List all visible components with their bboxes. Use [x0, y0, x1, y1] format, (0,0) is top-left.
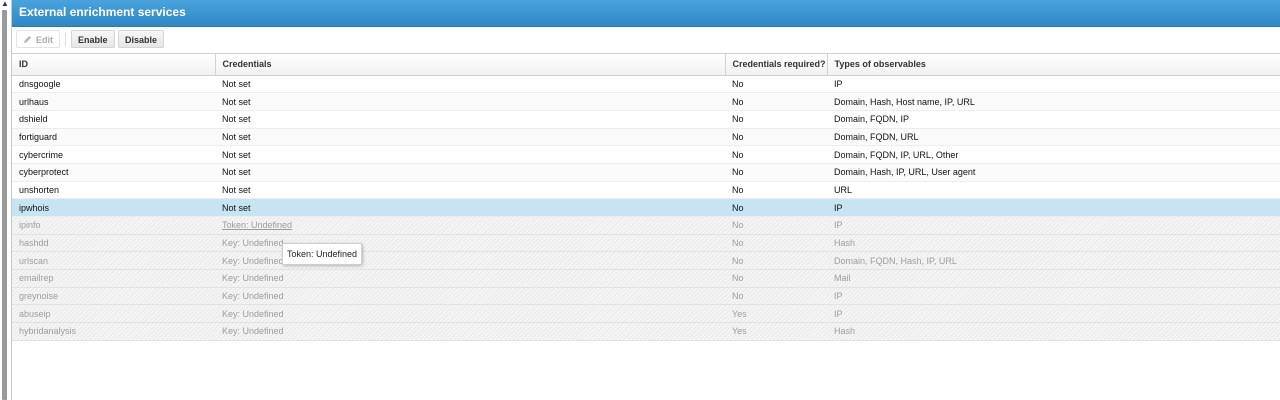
cell-types: Domain, FQDN, IP [827, 110, 1280, 129]
scroll-up-arrow-icon[interactable]: ▲ [1, 0, 9, 8]
cell-id: urlscan [12, 251, 215, 271]
table-row[interactable]: ipinfo Token: Undefined No IP [12, 216, 1280, 235]
cell-types: Domain, FQDN, URL [827, 128, 1280, 147]
cell-credentials-required: No [725, 145, 827, 164]
cell-credentials: Not set [215, 75, 725, 94]
table-row[interactable]: fortiguard Not set No Domain, FQDN, URL [12, 128, 1280, 147]
cell-types: IP [827, 287, 1280, 306]
cell-credentials-required: No [725, 251, 827, 271]
table-row[interactable]: ipwhois Not set No IP [12, 198, 1280, 217]
cell-types: IP [827, 304, 1280, 324]
table-row[interactable]: urlhaus Not set No Domain, Hash, Host name,… [12, 92, 1280, 111]
edit-button[interactable]: Edit [16, 30, 60, 48]
cell-id: ipinfo [12, 216, 215, 235]
cell-id: dshield [12, 110, 215, 129]
cell-types: IP [827, 198, 1280, 217]
cell-credentials: Key: Undefined [215, 287, 725, 306]
cell-credentials: Not set [215, 163, 725, 182]
cell-types: IP [827, 216, 1280, 235]
table-row[interactable]: unshorten Not set No URL [12, 181, 1280, 200]
cell-credentials-required: No [725, 269, 827, 288]
table-row[interactable]: hashdd Key: Undefined No Hash [12, 234, 1280, 253]
cell-id: abuseip [12, 304, 215, 324]
cell-types: IP [827, 75, 1280, 94]
cell-credentials-required: Yes [725, 304, 827, 324]
cell-credentials-required: No [725, 287, 827, 306]
cell-types: URL [827, 181, 1280, 200]
cell-types: Mail [827, 269, 1280, 288]
cell-credentials: Not set [215, 110, 725, 129]
cell-credentials: Not set [215, 198, 725, 217]
cell-credentials-required: No [725, 198, 827, 217]
enable-button[interactable]: Enable [71, 30, 115, 48]
column-header-id[interactable]: ID [12, 54, 216, 76]
cell-credentials-required: No [725, 234, 827, 253]
credentials-tooltip: Token: Undefined [282, 243, 363, 265]
column-header-types[interactable]: Types of observables [827, 54, 1280, 76]
cell-credentials-required: No [725, 128, 827, 147]
cell-types: Hash [827, 322, 1280, 341]
services-table: ID Credentials Credentials required? Typ… [12, 54, 1280, 341]
cell-credentials-required: No [725, 92, 827, 111]
disable-button[interactable]: Disable [118, 30, 165, 48]
scrollbar-thumb[interactable] [2, 10, 7, 400]
cell-types: Hash [827, 234, 1280, 253]
cell-credentials-required: No [725, 75, 827, 94]
cell-types: Domain, Hash, Host name, IP, URL [827, 92, 1280, 111]
cell-credentials: Key: Undefined [215, 304, 725, 324]
table-row[interactable]: urlscan Key: Undefined No Domain, FQDN, Has… [12, 251, 1280, 271]
cell-id: cybercrime [12, 145, 215, 164]
cell-types: Domain, FQDN, Hash, IP, URL [827, 251, 1280, 271]
cell-types: Domain, Hash, IP, URL, User agent [827, 163, 1280, 182]
table-row[interactable]: cybercrime Not set No Domain, FQDN, IP, URL… [12, 145, 1280, 164]
table-header-row: ID Credentials Credentials required? Typ… [12, 54, 1280, 76]
cell-id: greynoise [12, 287, 215, 306]
pencil-icon [23, 35, 32, 44]
cell-credentials: Not set [215, 128, 725, 147]
cell-credentials: Not set [215, 92, 725, 111]
cell-credentials: Not set [215, 145, 725, 164]
cell-id: fortiguard [12, 128, 215, 147]
cell-id: ipwhois [12, 198, 215, 217]
cell-id: emailrep [12, 269, 215, 288]
cell-credentials: Key: Undefined [215, 322, 725, 341]
cell-credentials-required: No [725, 181, 827, 200]
cell-id: hashdd [12, 234, 215, 253]
cell-id: cyberprotect [12, 163, 215, 182]
cell-credentials-required: No [725, 216, 827, 235]
toolbar: Edit Enable Disable [12, 27, 1280, 54]
column-header-credentials[interactable]: Credentials [215, 54, 726, 76]
cell-id: hybridanalysis [12, 322, 215, 341]
column-header-credentials-required[interactable]: Credentials required? [725, 54, 828, 76]
table-row[interactable]: abuseip Key: Undefined Yes IP [12, 304, 1280, 324]
cell-credentials-required: No [725, 163, 827, 182]
enrichment-services-panel: External enrichment services Edit Enable… [12, 0, 1280, 400]
cell-types: Domain, FQDN, IP, URL, Other [827, 145, 1280, 164]
cell-id: urlhaus [12, 92, 215, 111]
cell-id: unshorten [12, 181, 215, 200]
table-row[interactable]: emailrep Key: Undefined No Mail [12, 269, 1280, 288]
left-scrollbar[interactable]: ▲ [0, 0, 12, 400]
table-row[interactable]: hybridanalysis Key: Undefined Yes Hash [12, 322, 1280, 341]
cell-credentials: Not set [215, 181, 725, 200]
toolbar-separator [65, 33, 66, 46]
table-row[interactable]: cyberprotect Not set No Domain, Hash, IP, U… [12, 163, 1280, 182]
table-row[interactable]: greynoise Key: Undefined No IP [12, 287, 1280, 306]
edit-button-label: Edit [36, 35, 53, 45]
table-row[interactable]: dnsgoogle Not set No IP [12, 75, 1280, 94]
cell-credentials-required: No [725, 110, 827, 129]
cell-credentials: Key: Undefined [215, 269, 725, 288]
panel-title: External enrichment services [12, 0, 1280, 27]
cell-credentials-required: Yes [725, 322, 827, 341]
cell-credentials[interactable]: Token: Undefined [215, 216, 725, 235]
table-row[interactable]: dshield Not set No Domain, FQDN, IP [12, 110, 1280, 129]
cell-id: dnsgoogle [12, 75, 215, 94]
